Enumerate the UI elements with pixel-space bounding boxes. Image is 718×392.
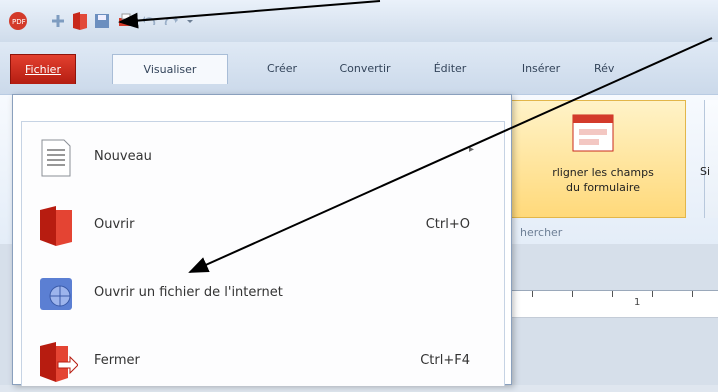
annotation-arrows xyxy=(118,0,713,273)
arrow-to-ouvrir xyxy=(188,37,713,273)
arrow-to-open-icon xyxy=(118,0,381,29)
